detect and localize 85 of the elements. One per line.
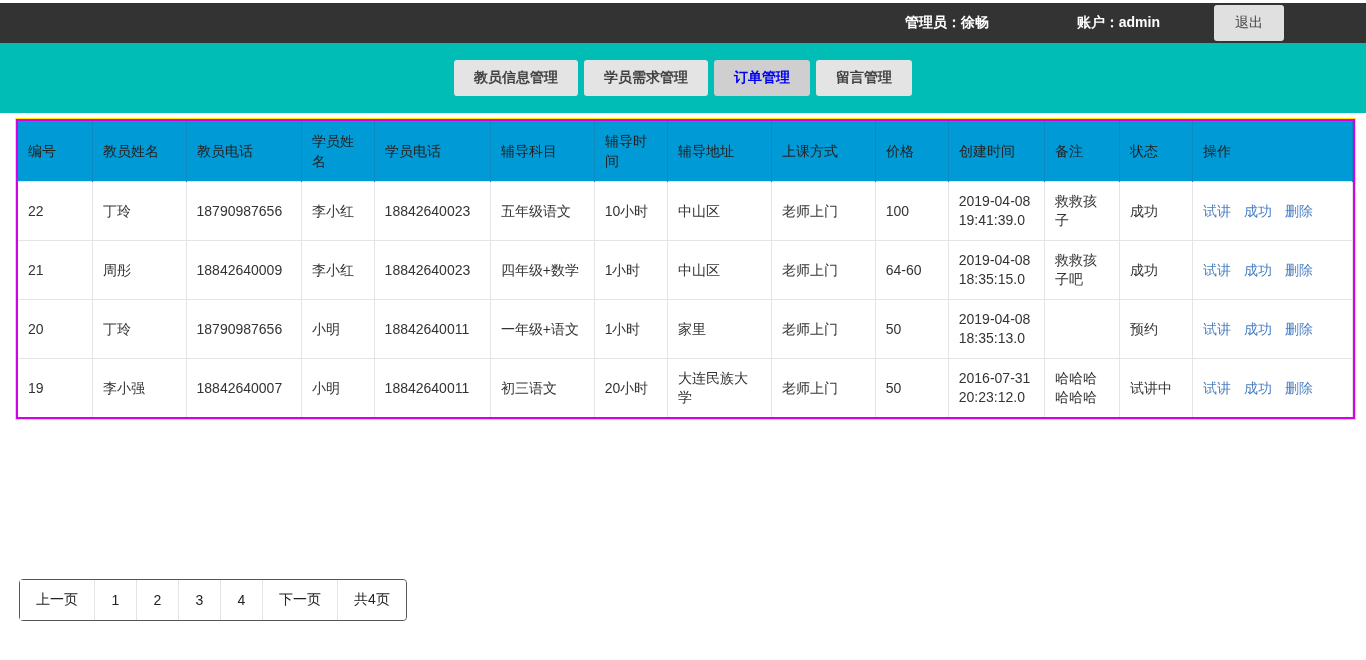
- table-cell: 18842640007: [186, 358, 302, 417]
- table-cell: 18790987656: [186, 181, 302, 241]
- table-cell: 21: [18, 240, 92, 300]
- table-cell: 10小时: [594, 181, 668, 241]
- action-link[interactable]: 试讲: [1202, 202, 1231, 219]
- table-cell: 中山区: [667, 181, 772, 241]
- table-cell: 1小时: [594, 299, 668, 359]
- action-link[interactable]: 删除: [1284, 320, 1313, 337]
- action-link[interactable]: 成功: [1243, 202, 1272, 219]
- action-link[interactable]: 成功: [1243, 261, 1272, 278]
- column-header: 学员姓名: [301, 121, 375, 182]
- table-cell: 2019-04-08 19:41:39.0: [948, 181, 1045, 241]
- account-label: 账户：admin: [1076, 14, 1160, 32]
- action-link[interactable]: 成功: [1243, 320, 1272, 337]
- table-cell: 2016-07-31 20:23:12.0: [948, 358, 1045, 417]
- table-cell: 50: [875, 358, 949, 417]
- action-link[interactable]: 成功: [1243, 379, 1272, 396]
- table-cell: 19: [18, 358, 92, 417]
- table-cell: 救救孩子吧: [1044, 240, 1120, 300]
- logout-button[interactable]: 退出: [1214, 5, 1284, 41]
- table-cell: 50: [875, 299, 949, 359]
- table-cell: 成功: [1119, 181, 1193, 241]
- table-cell: 小明: [301, 358, 375, 417]
- action-link[interactable]: 删除: [1284, 261, 1313, 278]
- nav-tab[interactable]: 教员信息管理: [454, 60, 578, 96]
- table-cell: 18842640011: [374, 358, 491, 417]
- table-cell: 成功: [1119, 240, 1193, 300]
- column-header: 编号: [18, 121, 92, 182]
- column-header: 辅导时间: [594, 121, 668, 182]
- action-link[interactable]: 删除: [1284, 202, 1313, 219]
- table-cell: 初三语文: [490, 358, 595, 417]
- column-header: 操作: [1192, 121, 1353, 182]
- table-cell: 大连民族大学: [667, 358, 772, 417]
- table-cell: 小明: [301, 299, 375, 359]
- table-cell: 老师上门: [771, 240, 876, 300]
- column-header: 价格: [875, 121, 949, 182]
- table-cell: 老师上门: [771, 299, 876, 359]
- table-cell: 试讲中: [1119, 358, 1193, 417]
- table-cell: 李小红: [301, 181, 375, 241]
- table-cell: 20: [18, 299, 92, 359]
- table-cell: 18790987656: [186, 299, 302, 359]
- table-cell: 18842640023: [374, 181, 491, 241]
- table-cell: 哈哈哈哈哈哈: [1044, 358, 1120, 417]
- table-cell: 中山区: [667, 240, 772, 300]
- table-cell: 一年级+语文: [490, 299, 595, 359]
- action-link[interactable]: 删除: [1284, 379, 1313, 396]
- column-header: 辅导地址: [667, 121, 772, 182]
- table-cell: 2019-04-08 18:35:13.0: [948, 299, 1045, 359]
- table-cell: 四年级+数学: [490, 240, 595, 300]
- table-cell: 18842640023: [374, 240, 491, 300]
- table-cell: 家里: [667, 299, 772, 359]
- column-header: 状态: [1119, 121, 1193, 182]
- page-button[interactable]: 上一页: [20, 580, 95, 620]
- table-cell: 2019-04-08 18:35:15.0: [948, 240, 1045, 300]
- column-header: 备注: [1044, 121, 1120, 182]
- table-cell: 64-60: [875, 240, 949, 300]
- table-cell: 老师上门: [771, 181, 876, 241]
- column-header: 教员电话: [186, 121, 302, 182]
- column-header: 学员电话: [374, 121, 491, 182]
- table-cell: 老师上门: [771, 358, 876, 417]
- table-cell: 22: [18, 181, 92, 241]
- nav-tab[interactable]: 学员需求管理: [584, 60, 708, 96]
- table-cell: 预约: [1119, 299, 1193, 359]
- column-header: 上课方式: [771, 121, 876, 182]
- admin-label: 管理员：徐畅: [904, 14, 989, 32]
- nav-tab[interactable]: 订单管理: [714, 60, 810, 96]
- action-link[interactable]: 试讲: [1202, 320, 1231, 337]
- table-cell: 丁玲: [92, 299, 187, 359]
- action-link[interactable]: 试讲: [1202, 261, 1231, 278]
- table-cell: 18842640011: [374, 299, 491, 359]
- table-cell: 1小时: [594, 240, 668, 300]
- table-cell: 李小红: [301, 240, 375, 300]
- table-cell: 李小强: [92, 358, 187, 417]
- action-link[interactable]: 试讲: [1202, 379, 1231, 396]
- column-header: 教员姓名: [92, 121, 187, 182]
- table-cell: 救救孩子: [1044, 181, 1120, 241]
- nav-tab[interactable]: 留言管理: [816, 60, 912, 96]
- table-cell: 周彤: [92, 240, 187, 300]
- table-cell: 18842640009: [186, 240, 302, 300]
- table-cell: 丁玲: [92, 181, 187, 241]
- table-cell: 100: [875, 181, 949, 241]
- table-cell: 五年级语文: [490, 181, 595, 241]
- column-header: 创建时间: [948, 121, 1045, 182]
- column-header: 辅导科目: [490, 121, 595, 182]
- table-cell: 20小时: [594, 358, 668, 417]
